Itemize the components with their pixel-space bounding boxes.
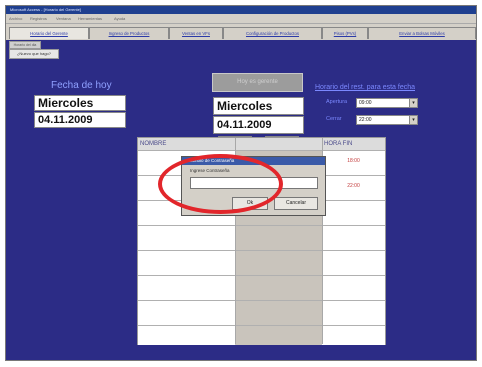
close-time-select[interactable]: 22:00 ▾ [356,115,418,125]
selected-day-field: Miercoles [213,97,304,115]
ok-button[interactable]: Ok [232,197,268,210]
table-row[interactable] [138,250,385,275]
menu-ventana[interactable]: Ventana [56,14,71,23]
tab-bar: Horario del Gerente Ingreso de Productos… [6,24,476,40]
menu-archivo[interactable]: Archivo [9,14,22,23]
today-day-field: Miercoles [34,95,126,111]
app-window: Microsoft Access - [Horario del Gerente]… [5,5,477,361]
password-label: Ingrese Contraseña [190,168,230,173]
tab-ventas-en-vfs[interactable]: Ventas en VFs [169,27,223,39]
table-row[interactable] [138,300,385,325]
end-time: 18:00 [347,158,360,164]
menu-bar: Archivo Registros Ventana Herramientas A… [6,14,476,24]
nuevo-button[interactable]: ¿Nuevo que hago? [9,49,59,59]
chevron-down-icon: ▾ [409,99,417,107]
menu-ayuda[interactable]: Ayuda [114,14,125,23]
password-input[interactable] [190,177,318,189]
close-label: Cerrar [326,116,342,122]
close-time-value: 22:00 [359,117,372,123]
table-row[interactable] [138,325,385,345]
column-header-middle [235,138,322,150]
column-header-nombre: NOMBRE [138,138,235,150]
menu-registros[interactable]: Registros [30,14,47,23]
selected-date-field[interactable]: 04.11.2009 [213,116,304,134]
cancel-button[interactable]: Cancelar [274,197,318,210]
subtab-horario[interactable]: Horario del dia [9,41,41,49]
restaurant-hours-heading: Horario del rest. para esta fecha [315,84,415,91]
window-title: Microsoft Access - [Horario del Gerente] [10,7,81,12]
tab-pisos[interactable]: Pisos (PVs) [322,27,368,39]
title-bar: Microsoft Access - [Horario del Gerente] [6,6,476,14]
end-time: 22:00 [347,183,360,189]
tab-ingreso-de-productos[interactable]: Ingreso de Productos [89,27,169,39]
hoy-es-gerente-button[interactable]: Hoy es gerente [212,73,303,92]
table-row[interactable] [138,275,385,300]
dialog-title: Cambio de Contraseña [182,157,325,165]
table-row[interactable] [138,225,385,250]
chevron-down-icon: ▾ [409,116,417,124]
password-dialog: Cambio de Contraseña Ingrese Contraseña … [181,156,326,216]
tab-configuracion-de-productos[interactable]: Configuración de Productos [223,27,322,39]
menu-herramientas[interactable]: Herramientas [78,14,102,23]
tab-horario-del-gerente[interactable]: Horario del Gerente [9,27,89,39]
today-heading: Fecha de hoy [51,80,112,91]
today-date-field: 04.11.2009 [34,112,126,128]
column-header-hora-fin: HORA FIN [322,138,385,150]
open-time-value: 09:00 [359,100,372,106]
open-label: Apertura [326,99,348,105]
tab-enviar-a-bolsas[interactable]: Enviar a Bolsas Móviles [368,27,476,39]
open-time-select[interactable]: 09:00 ▾ [356,98,418,108]
